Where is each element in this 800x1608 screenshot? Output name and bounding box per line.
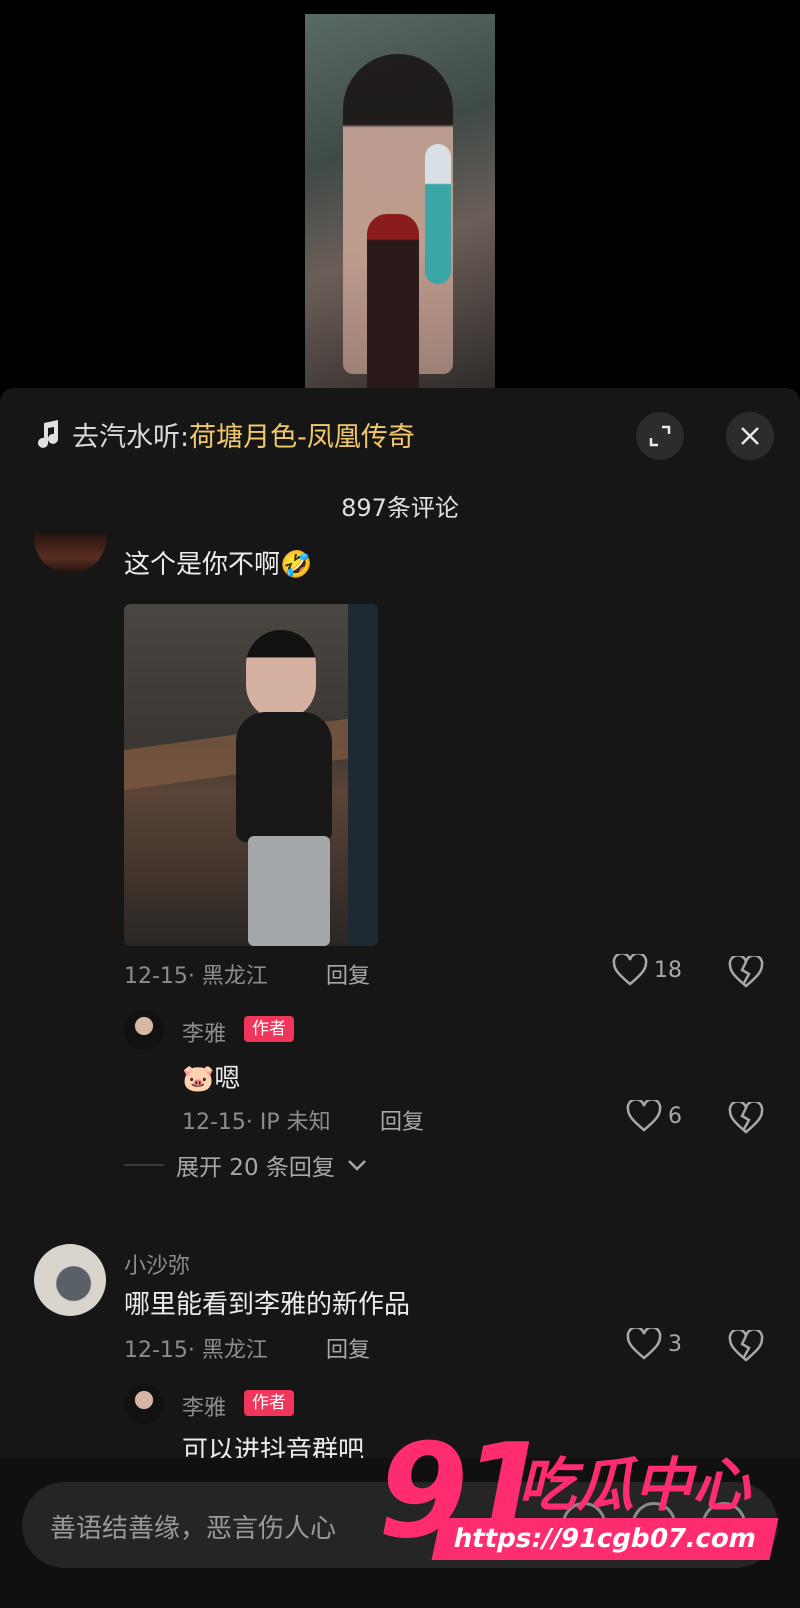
video-frame[interactable] xyxy=(305,14,495,392)
dislike-icon[interactable] xyxy=(728,1330,764,1362)
comment-count: 897条评论 xyxy=(341,494,459,522)
reply-author-name[interactable]: 李雅 xyxy=(182,1016,226,1048)
photo-wall xyxy=(348,604,378,946)
reply-text: 🐷嗯 xyxy=(182,1064,241,1094)
dislike-icon[interactable] xyxy=(728,1102,764,1134)
reply-meta: 12-15· IP 未知 xyxy=(182,1110,331,1135)
microphone-image xyxy=(425,144,451,284)
music-prefix: 去汽水听: xyxy=(72,421,190,453)
expand-line xyxy=(124,1164,164,1166)
comment-meta: 12-15· 黑龙江 xyxy=(124,964,268,989)
like-count: 6 xyxy=(668,1103,682,1129)
like-button[interactable]: 3 xyxy=(626,1328,682,1360)
avatar[interactable] xyxy=(124,1384,164,1424)
like-count: 18 xyxy=(654,957,682,983)
wine-bottle-image xyxy=(367,214,419,392)
like-count: 3 xyxy=(668,1331,682,1357)
comment-text: 这个是你不啊🤣 xyxy=(124,550,313,580)
author-badge: 作者 xyxy=(244,1016,294,1042)
heart-icon xyxy=(612,954,648,986)
expand-button[interactable] xyxy=(636,412,684,460)
watermark-url: https://91cgb07.com xyxy=(431,1518,779,1560)
music-note-icon xyxy=(38,420,58,448)
comment-text: 哪里能看到李雅的新作品 xyxy=(124,1290,411,1320)
expand-replies-label: 展开 20 条回复 xyxy=(176,1155,335,1181)
avatar[interactable] xyxy=(34,1244,106,1316)
expand-icon xyxy=(649,425,671,447)
heart-icon xyxy=(626,1328,662,1360)
comment-input-placeholder: 善语结善缘，恶言伤人心 xyxy=(50,1514,337,1544)
like-button[interactable]: 6 xyxy=(626,1100,682,1132)
avatar[interactable] xyxy=(34,534,106,574)
reply-author-name[interactable]: 李雅 xyxy=(182,1390,226,1422)
comment-image[interactable] xyxy=(124,604,378,946)
music-song-title[interactable]: 荷塘月色-凤凰传奇 xyxy=(189,415,415,454)
close-icon xyxy=(741,427,759,445)
photo-person-body xyxy=(236,712,332,842)
avatar[interactable] xyxy=(124,1010,164,1050)
reply-button[interactable]: 回复 xyxy=(326,1332,370,1364)
dislike-icon[interactable] xyxy=(728,956,764,988)
reply-button[interactable]: 回复 xyxy=(380,1104,424,1136)
watermark-title: 吃瓜中心 xyxy=(518,1451,751,1519)
photo-person-head xyxy=(246,630,316,720)
music-link[interactable]: 去汽水听: 荷塘月色-凤凰传奇 xyxy=(36,414,415,454)
watermark-logo: 91 吃瓜中心 https://91cgb07.com xyxy=(378,1426,779,1586)
expand-replies-button[interactable]: 展开 20 条回复 xyxy=(124,1148,367,1182)
reply-button[interactable]: 回复 xyxy=(326,958,370,990)
like-button[interactable]: 18 xyxy=(612,954,682,986)
comment-meta: 12-15· 黑龙江 xyxy=(124,1338,268,1363)
comment-author-name[interactable]: 小沙弥 xyxy=(124,1248,190,1280)
chevron-down-icon xyxy=(348,1160,366,1171)
author-badge: 作者 xyxy=(244,1390,294,1416)
video-background[interactable] xyxy=(0,0,800,400)
heart-icon xyxy=(626,1100,662,1132)
photo-person-skirt xyxy=(248,836,330,946)
close-button[interactable] xyxy=(726,412,774,460)
